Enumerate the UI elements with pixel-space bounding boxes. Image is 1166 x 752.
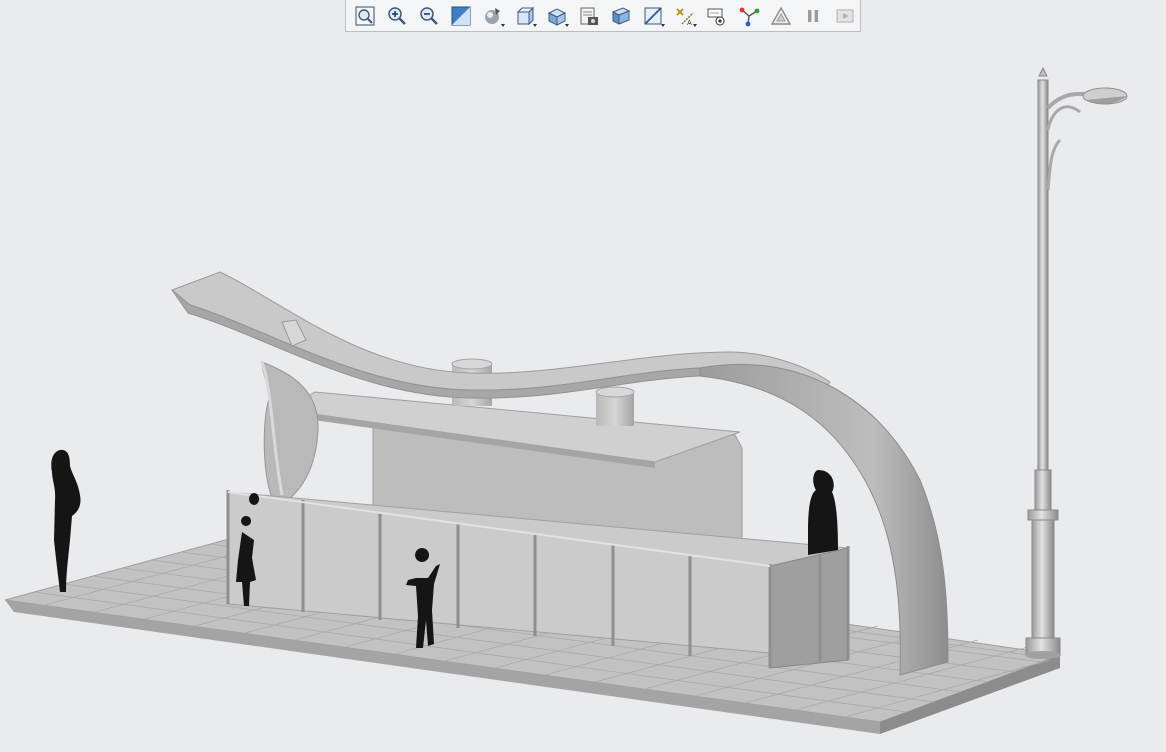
street-lamp bbox=[1025, 66, 1128, 659]
person-silhouette-woman bbox=[51, 449, 81, 592]
model-viewport[interactable] bbox=[0, 0, 1166, 752]
person-silhouette-man bbox=[808, 470, 838, 555]
roof-cylinder-right bbox=[595, 386, 635, 426]
left-sculpted-column bbox=[260, 361, 319, 501]
